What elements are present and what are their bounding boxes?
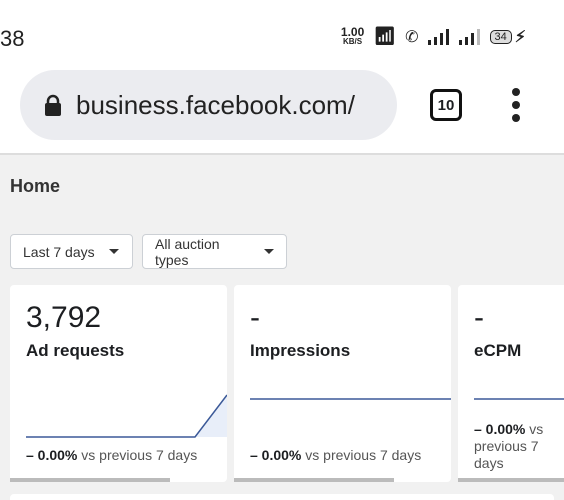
- metric-label: Ad requests: [26, 341, 125, 360]
- date-range-dropdown[interactable]: Last 7 days: [10, 234, 133, 269]
- signal-icon-2: [458, 28, 480, 45]
- metric-card-impressions[interactable]: - Impressions – 0.00% vs previous 7 days: [234, 285, 451, 482]
- caret-down-icon: [108, 249, 119, 254]
- auction-type-dropdown[interactable]: All auction types: [142, 234, 287, 269]
- metric-change: – 0.00% vs previous 7 days: [474, 421, 544, 471]
- wifi-calling-icon: ✆: [405, 28, 419, 46]
- page-title: Home: [10, 176, 61, 196]
- caret-down-icon: [264, 249, 274, 254]
- wifi-icon: 📶︎: [373, 26, 397, 46]
- status-time: 38: [0, 26, 25, 51]
- sparkline: [250, 398, 451, 400]
- card-scrollbar: [458, 478, 564, 482]
- date-range-label: Last 7 days: [23, 243, 95, 260]
- next-section-card: [10, 494, 554, 500]
- sparkline: [26, 394, 227, 438]
- metric-change: – 0.00% vs previous 7 days: [250, 447, 422, 463]
- metric-value: 3,792: [26, 301, 102, 334]
- url-text: business.facebook.com/: [76, 89, 355, 120]
- signal-icon: [427, 28, 449, 45]
- metric-card-ad-requests[interactable]: 3,792 Ad requests – 0.00% vs previous 7 …: [10, 285, 227, 482]
- auction-type-label: All auction types: [155, 235, 220, 268]
- metric-label: eCPM: [474, 341, 522, 360]
- metric-label: Impressions: [250, 341, 351, 360]
- address-bar[interactable]: business.facebook.com/: [20, 70, 397, 140]
- browser-chrome: 38 1.00 KB/S 📶︎ ✆ 34 ⚡︎ business.facebook…: [0, 0, 564, 155]
- metric-value: -: [250, 301, 260, 334]
- more-menu-icon[interactable]: [508, 88, 524, 122]
- card-scrollbar: [234, 478, 394, 482]
- tab-switcher-button[interactable]: 10: [430, 89, 462, 121]
- charging-icon: ⚡︎: [514, 28, 526, 46]
- metric-card-ecpm[interactable]: - eCPM – 0.00% vs previous 7 days: [458, 285, 564, 482]
- card-scrollbar: [10, 478, 170, 482]
- metric-value: -: [474, 301, 484, 334]
- metric-change: – 0.00% vs previous 7 days: [26, 447, 198, 463]
- network-speed: 1.00 KB/S: [340, 24, 365, 46]
- battery-icon: 34: [489, 29, 512, 44]
- lock-icon: [45, 94, 61, 116]
- status-icons: 1.00 KB/S 📶︎ ✆ 34 ⚡︎: [341, 26, 526, 47]
